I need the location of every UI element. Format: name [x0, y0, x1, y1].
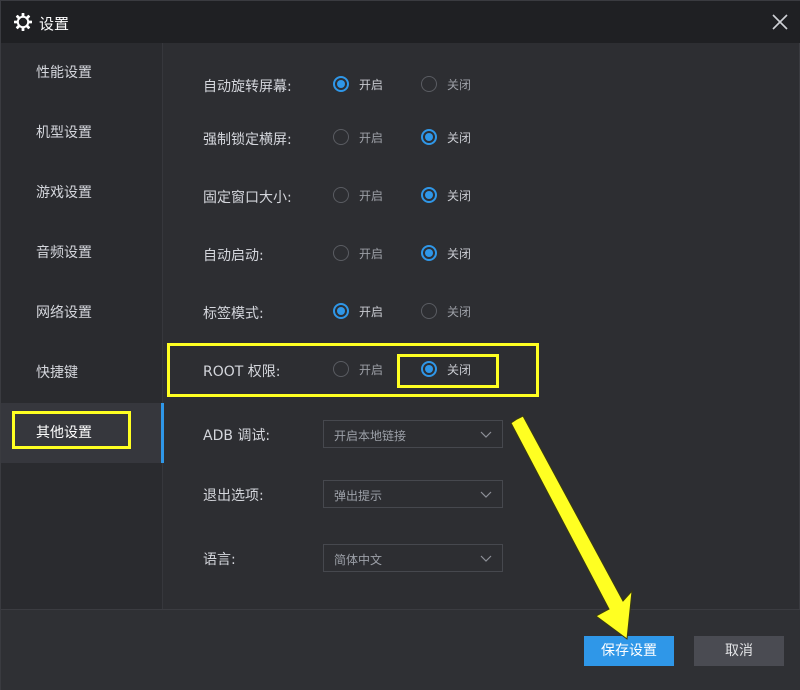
- sidebar-item-game[interactable]: 游戏设置: [1, 163, 163, 223]
- setting-label: ROOT 权限:: [203, 364, 281, 380]
- setting-label: ADB 调试:: [203, 428, 271, 444]
- radio-label: 关闭: [447, 363, 472, 377]
- radio-label: 关闭: [447, 189, 472, 203]
- radio-label: 开启: [359, 305, 384, 319]
- setting-row-tab-mode: 标签模式: 开启 关闭: [164, 292, 800, 332]
- radio-label: 开启: [359, 78, 384, 92]
- setting-label: 强制锁定横屏:: [203, 132, 292, 148]
- sidebar-item-label: 其他设置: [36, 425, 92, 441]
- settings-sidebar: 性能设置 机型设置 游戏设置 音频设置 网络设置 快捷键 其他设置: [1, 43, 164, 609]
- setting-row-fixed-window-size: 固定窗口大小: 开启 关闭: [164, 176, 800, 216]
- radio-dot: [333, 245, 349, 261]
- setting-row-auto-start: 自动启动: 开启 关闭: [164, 234, 800, 274]
- sidebar-item-label: 游戏设置: [36, 185, 92, 201]
- setting-label: 语言:: [203, 552, 236, 568]
- radio-dot: [421, 129, 437, 145]
- setting-label: 固定窗口大小:: [203, 190, 292, 206]
- radio-dot: [333, 76, 349, 92]
- setting-row-force-landscape: 强制锁定横屏: 开启 关闭: [164, 118, 800, 158]
- radio-dot: [421, 187, 437, 203]
- sidebar-item-performance[interactable]: 性能设置: [1, 43, 163, 103]
- radio-dot: [421, 303, 437, 319]
- save-settings-button[interactable]: 保存设置: [584, 636, 674, 666]
- settings-window: 设置 性能设置 机型设置 游戏设置 音频设置 网络设置 快捷键 其他设置 自动旋…: [0, 0, 800, 690]
- chevron-down-icon: [480, 555, 492, 562]
- sidebar-item-label: 机型设置: [36, 125, 92, 141]
- settings-content: 自动旋转屏幕: 开启 关闭 强制锁定横屏: 开启 关闭 固定窗口大小: 开启 关…: [164, 43, 800, 609]
- radio-dot: [333, 303, 349, 319]
- radio-label: 关闭: [447, 305, 472, 319]
- radio-dot: [421, 361, 437, 377]
- sidebar-item-label: 音频设置: [36, 245, 92, 261]
- adb-debug-select[interactable]: 开启本地链接: [323, 420, 503, 448]
- gear-icon: [14, 13, 32, 31]
- select-value: 开启本地链接: [334, 429, 407, 443]
- sidebar-item-label: 网络设置: [36, 305, 92, 321]
- setting-label: 退出选项:: [203, 488, 264, 504]
- setting-label: 标签模式:: [203, 306, 264, 322]
- sidebar-item-label: 性能设置: [36, 65, 92, 81]
- radio-label: 开启: [359, 247, 384, 261]
- radio-dot: [333, 361, 349, 377]
- exit-option-select[interactable]: 弹出提示: [323, 480, 503, 508]
- chevron-down-icon: [480, 431, 492, 438]
- sidebar-item-audio[interactable]: 音频设置: [1, 223, 163, 283]
- select-value: 简体中文: [334, 553, 383, 567]
- sidebar-item-other[interactable]: 其他设置: [1, 403, 164, 463]
- radio-label: 关闭: [447, 131, 472, 145]
- select-value: 弹出提示: [334, 489, 383, 503]
- radio-label: 关闭: [447, 78, 472, 92]
- language-select[interactable]: 简体中文: [323, 544, 503, 572]
- radio-label: 开启: [359, 363, 384, 377]
- radio-label: 关闭: [447, 247, 472, 261]
- chevron-down-icon: [480, 491, 492, 498]
- sidebar-item-shortcuts[interactable]: 快捷键: [1, 343, 163, 403]
- radio-dot: [421, 245, 437, 261]
- radio-dot: [333, 129, 349, 145]
- dialog-footer: 保存设置 取消: [1, 609, 800, 690]
- cancel-button[interactable]: 取消: [694, 636, 784, 666]
- sidebar-item-network[interactable]: 网络设置: [1, 283, 163, 343]
- close-icon[interactable]: [769, 11, 791, 33]
- window-title: 设置: [39, 15, 70, 33]
- radio-dot: [421, 76, 437, 92]
- setting-label: 自动启动:: [203, 248, 264, 264]
- setting-row-root-permission: ROOT 权限: 开启 关闭: [164, 350, 800, 390]
- title-bar: 设置: [1, 1, 800, 43]
- setting-row-adb-debug: ADB 调试: 开启本地链接: [164, 414, 800, 454]
- setting-label: 自动旋转屏幕:: [203, 79, 292, 95]
- setting-row-language: 语言: 简体中文: [164, 538, 800, 578]
- radio-label: 开启: [359, 189, 384, 203]
- sidebar-item-label: 快捷键: [36, 365, 78, 381]
- sidebar-item-device-model[interactable]: 机型设置: [1, 103, 163, 163]
- setting-row-exit-option: 退出选项: 弹出提示: [164, 474, 800, 514]
- radio-dot: [333, 187, 349, 203]
- radio-label: 开启: [359, 131, 384, 145]
- setting-row-auto-rotate: 自动旋转屏幕: 开启 关闭: [164, 65, 800, 105]
